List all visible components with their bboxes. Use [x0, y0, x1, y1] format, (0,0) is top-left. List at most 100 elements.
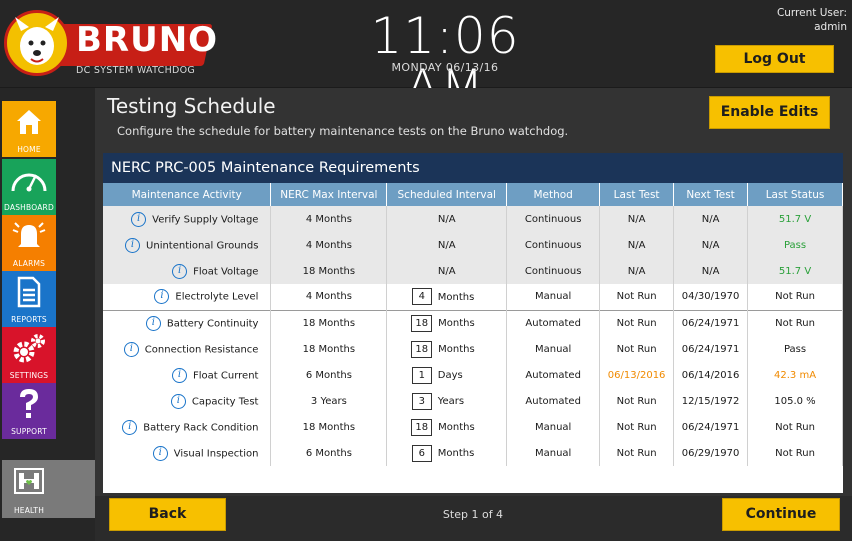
- last-test-cell: Not Run: [599, 309, 675, 336]
- interval-input[interactable]: 18: [411, 314, 433, 332]
- info-icon[interactable]: i: [172, 263, 188, 279]
- maintenance-table: Maintenance Activity NERC Max Interval S…: [103, 183, 843, 466]
- column-header: Next Test: [673, 183, 749, 206]
- last-test-cell: Not Run: [599, 440, 675, 466]
- table-row: i Visual Inspection 6 Months 6 Months Manu…: [103, 440, 843, 466]
- logo-subtitle: DC SYSTEM WATCHDOG: [76, 65, 196, 76]
- max-interval-cell: 18 Months: [270, 309, 388, 336]
- next-test-cell: N/A: [673, 258, 749, 284]
- table-row: i Battery Continuity 18 Months 18 Months A…: [103, 309, 843, 336]
- scheduled-interval-cell: 18 Months: [386, 336, 508, 362]
- sidebar-item-label: SUPPORT: [11, 427, 47, 436]
- sidebar-item-label: DASHBOARD: [4, 203, 54, 212]
- next-test-cell: 06/24/1971: [673, 336, 749, 362]
- interval-unit: Years: [437, 396, 465, 407]
- last-test-cell: N/A: [599, 206, 675, 232]
- method-cell: Automated: [506, 362, 601, 388]
- max-interval-cell: 4 Months: [270, 206, 388, 232]
- interval-input[interactable]: 3: [411, 392, 432, 410]
- info-icon[interactable]: i: [154, 289, 170, 305]
- scheduled-interval-cell: N/A: [386, 206, 508, 232]
- gears-icon: [2, 329, 56, 367]
- back-button[interactable]: Back: [109, 498, 226, 531]
- interval-input[interactable]: 1: [411, 366, 432, 384]
- info-icon[interactable]: i: [145, 315, 161, 331]
- current-user-name: admin: [814, 21, 847, 33]
- continue-button[interactable]: Continue: [722, 498, 840, 531]
- interval-input[interactable]: 4: [411, 288, 432, 306]
- scheduled-interval-cell: 6 Months: [386, 440, 508, 466]
- method-cell: Manual: [506, 440, 601, 466]
- interval-unit: Months: [438, 422, 475, 433]
- scheduled-interval-cell: 18 Months: [386, 414, 508, 440]
- info-icon[interactable]: i: [125, 237, 141, 253]
- info-icon[interactable]: i: [172, 367, 188, 383]
- method-cell: Continuous: [506, 258, 601, 284]
- scheduled-interval-cell: 1 Days: [386, 362, 508, 388]
- info-icon[interactable]: i: [123, 341, 139, 357]
- last-test-cell: Not Run: [599, 284, 675, 310]
- logout-button[interactable]: Log Out: [715, 45, 834, 73]
- scheduled-interval-cell: 4 Months: [386, 284, 508, 310]
- table-row: i Electrolyte Level 4 Months 4 Months Manu…: [103, 284, 843, 310]
- scheduled-interval-cell: N/A: [386, 232, 508, 258]
- info-icon[interactable]: i: [131, 211, 147, 227]
- logo-text: BRUNO: [76, 20, 219, 60]
- activity-label: Connection Resistance: [144, 344, 259, 355]
- next-test-cell: N/A: [673, 206, 749, 232]
- sidebar-item-label: REPORTS: [11, 315, 47, 324]
- last-test-cell: N/A: [599, 258, 675, 284]
- column-header: Maintenance Activity: [103, 183, 272, 206]
- max-interval-cell: 3 Years: [270, 388, 388, 414]
- last-status-cell: Pass: [747, 232, 843, 258]
- interval-unit: Months: [437, 448, 475, 459]
- info-icon[interactable]: i: [122, 419, 138, 435]
- activity-label: Battery Continuity: [166, 318, 259, 330]
- page-title: Testing Schedule: [107, 94, 276, 118]
- sidebar-item-alarms[interactable]: ALARMS: [2, 215, 56, 271]
- interval-input[interactable]: 18: [411, 340, 433, 358]
- info-icon[interactable]: i: [170, 393, 186, 409]
- next-test-cell: N/A: [673, 232, 749, 258]
- last-test-cell: Not Run: [599, 388, 675, 414]
- table-row: i Battery Rack Condition 18 Months 18 Mont…: [103, 414, 843, 440]
- bell-icon: [2, 217, 56, 255]
- sidebar-item-label: ALARMS: [12, 259, 46, 268]
- interval-input[interactable]: 18: [411, 418, 433, 436]
- sidebar-item-support[interactable]: SUPPORT: [2, 383, 56, 439]
- sidebar-item-home[interactable]: HOME: [2, 101, 56, 157]
- last-status-cell: Not Run: [747, 414, 843, 440]
- activity-label: Verify Supply Voltage: [152, 214, 259, 225]
- sidebar-item-settings[interactable]: SETTINGS: [2, 327, 56, 383]
- dog-mascot-icon: [4, 10, 70, 76]
- sidebar-item-reports[interactable]: REPORTS: [2, 271, 56, 327]
- method-cell: Continuous: [506, 206, 601, 232]
- page-subtitle: Configure the schedule for battery maint…: [117, 124, 569, 138]
- last-test-cell: Not Run: [599, 414, 675, 440]
- last-status-cell: Not Run: [747, 284, 843, 310]
- interval-input[interactable]: 6: [411, 444, 432, 462]
- last-test-cell: N/A: [599, 232, 675, 258]
- column-header: Method: [506, 183, 601, 206]
- sidebar-item-dashboard[interactable]: DASHBOARD: [2, 159, 56, 215]
- last-status-cell: Not Run: [747, 440, 843, 466]
- method-cell: Continuous: [506, 232, 601, 258]
- panel-heading: NERC PRC-005 Maintenance Requirements: [103, 153, 843, 183]
- current-user-info: Current User: admin: [777, 6, 847, 34]
- last-status-cell: 42.3 mA: [747, 362, 843, 388]
- sidebar-item-health[interactable]: HEALTH: [2, 460, 103, 518]
- current-user-label: Current User:: [776, 7, 847, 19]
- document-icon: [2, 273, 56, 311]
- activity-label: Capacity Test: [191, 396, 259, 407]
- max-interval-cell: 6 Months: [270, 440, 388, 466]
- activity-cell: i Electrolyte Level: [103, 284, 272, 310]
- home-icon: [2, 103, 56, 141]
- info-icon[interactable]: i: [152, 445, 168, 461]
- scheduled-interval-cell: 18 Months: [386, 309, 508, 336]
- max-interval-cell: 18 Months: [270, 336, 388, 362]
- activity-cell: i Verify Supply Voltage: [103, 206, 272, 232]
- max-interval-cell: 6 Months: [270, 362, 388, 388]
- column-header: Last Test: [599, 183, 675, 206]
- enable-edits-button[interactable]: Enable Edits: [709, 96, 830, 129]
- sidebar: HOME DASHBOARD ALARMS REPORTS SETTINGS S…: [0, 88, 103, 541]
